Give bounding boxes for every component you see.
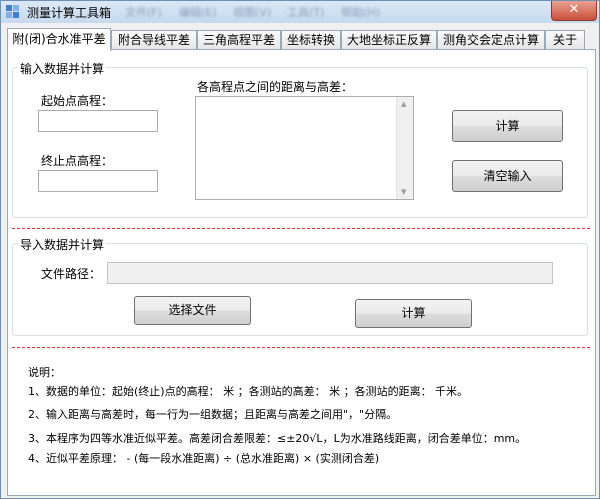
note-line: 1、数据的单位：起始(终止)点的高程： 米 ；各测站的高差： 米 ；各测站的距离…: [28, 385, 469, 398]
app-window: 测量计算工具箱 文件(F) 编辑(E) 视图(V) 工具(T) 帮助(H) ✕ …: [0, 0, 600, 499]
note-line: 4、近似平差原理： - (每一段水准距离) ÷ (总水准距离) × (实测闭合差…: [28, 452, 380, 465]
tab-intersection-calc[interactable]: 测角交会定点计算: [437, 30, 545, 49]
menu-tools[interactable]: 工具(T): [287, 4, 324, 20]
tab-geodetic-conversion[interactable]: 大地坐标正反算: [341, 30, 437, 49]
import-group: [12, 243, 588, 336]
tab-about[interactable]: 关于: [545, 30, 585, 49]
end-elevation-input[interactable]: [38, 170, 158, 192]
close-icon: ✕: [568, 2, 580, 17]
menu-view[interactable]: 视图(V): [233, 4, 271, 20]
close-button[interactable]: ✕: [551, 1, 597, 21]
input-group-title: 输入数据并计算: [18, 60, 107, 77]
section-divider: [12, 228, 590, 229]
tab-trig-leveling[interactable]: 三角高程平差: [197, 30, 281, 49]
notes-heading: 说明：: [28, 366, 61, 379]
tab-coordinate-transform[interactable]: 坐标转换: [281, 30, 341, 49]
menu-help[interactable]: 帮助(H): [341, 4, 380, 20]
menu-edit[interactable]: 编辑(E): [179, 4, 217, 20]
file-path-input[interactable]: [107, 262, 553, 284]
note-line: 3、本程序为四等水准近似平差。高差闭合差限差：≤±20√L，L为水准路线距离，闭…: [28, 432, 527, 445]
menu-file[interactable]: 文件(F): [125, 4, 162, 20]
tab-traverse-adjustment[interactable]: 附合导线平差: [111, 30, 197, 49]
calculate-button[interactable]: 计算: [452, 110, 563, 142]
distance-height-label: 各高程点之间的距离与高差：: [197, 80, 354, 94]
start-elevation-label: 起始点高程：: [41, 94, 114, 108]
tab-leveling-adjustment[interactable]: 附(闭)合水准平差: [7, 28, 111, 51]
scroll-up-icon[interactable]: ▲: [401, 100, 406, 108]
scroll-down-icon[interactable]: ▼: [401, 188, 406, 196]
file-path-label: 文件路径：: [41, 267, 102, 281]
distance-height-textarea[interactable]: ▲ ▼: [195, 96, 414, 200]
section-divider-2: [12, 347, 590, 348]
app-icon: [6, 5, 20, 19]
start-elevation-input[interactable]: [38, 110, 158, 132]
end-elevation-label: 终止点高程：: [41, 154, 114, 168]
note-line: 2、输入距离与高差时，每一行为一组数据；且距离与高差之间用"，"分隔。: [28, 408, 398, 421]
tab-panel: 输入数据并计算 起始点高程： 终止点高程： 各高程点之间的距离与高差： ▲ ▼ …: [7, 49, 596, 496]
choose-file-button[interactable]: 选择文件: [134, 296, 251, 325]
window-title: 测量计算工具箱: [27, 6, 112, 20]
import-group-title: 导入数据并计算: [18, 236, 107, 253]
clear-input-button[interactable]: 清空输入: [452, 160, 563, 192]
import-calculate-button[interactable]: 计算: [355, 299, 472, 328]
textarea-scrollbar[interactable]: ▲ ▼: [396, 97, 413, 199]
title-bar: 测量计算工具箱 文件(F) 编辑(E) 视图(V) 工具(T) 帮助(H) ✕: [1, 1, 599, 23]
